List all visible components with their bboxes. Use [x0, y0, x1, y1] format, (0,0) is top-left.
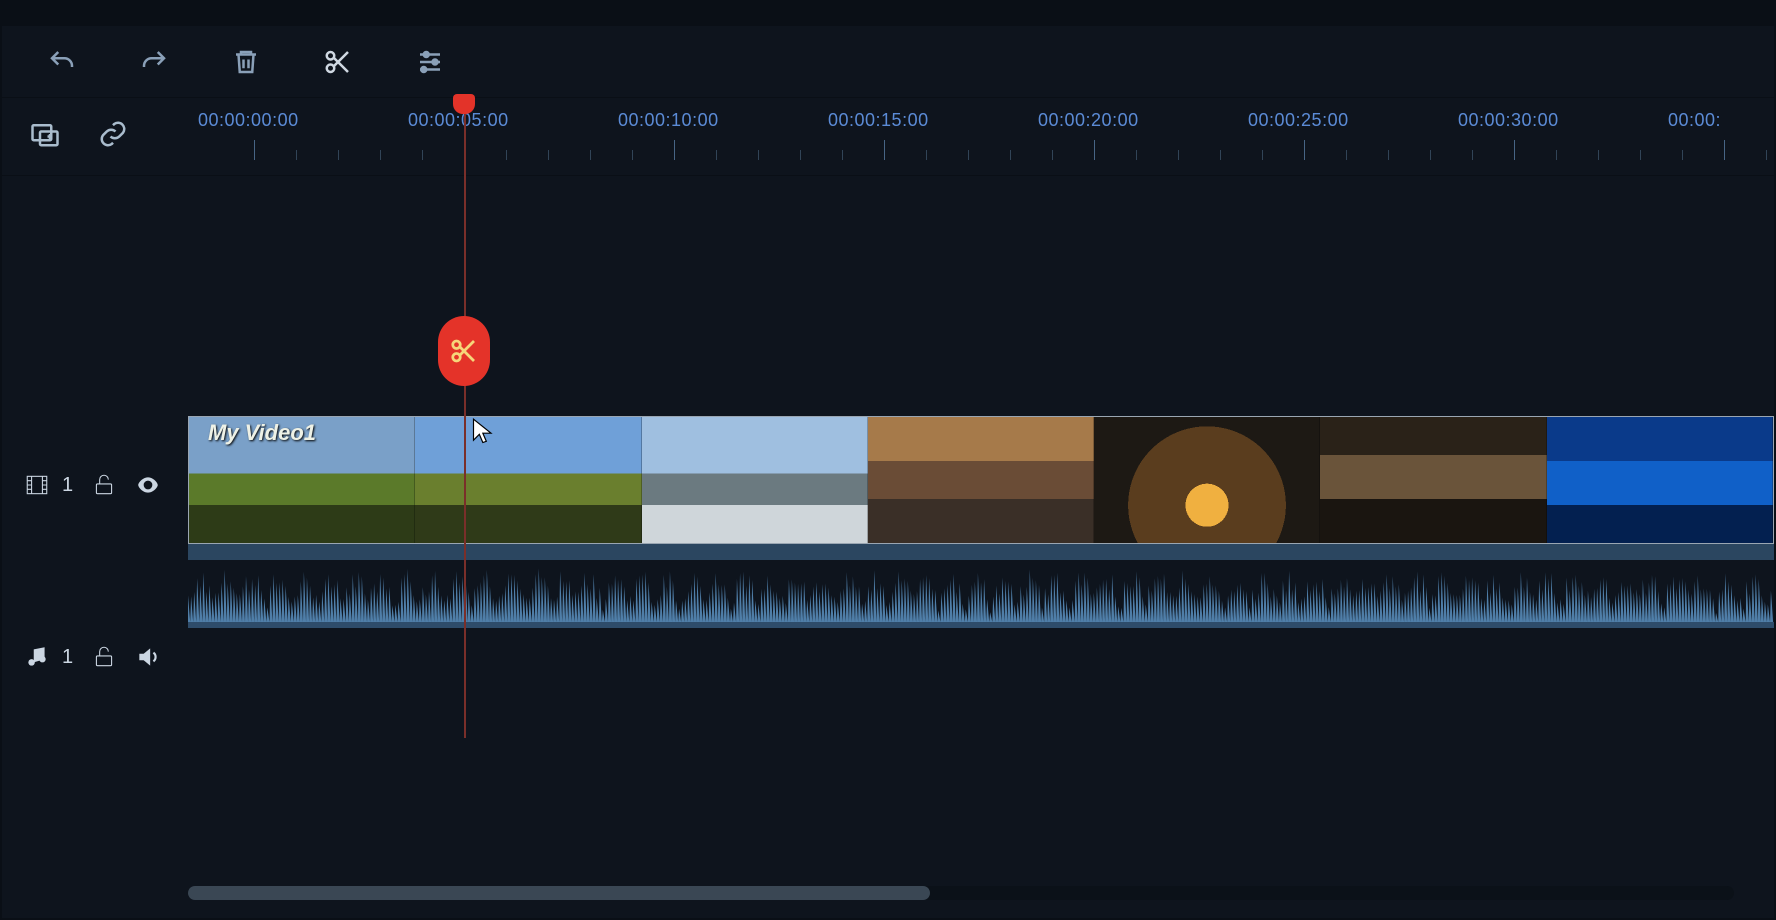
audio-clip-footer [188, 622, 1774, 628]
clip-thumbnail [642, 417, 868, 543]
tick-minor [1262, 150, 1263, 160]
tick-minor [590, 150, 591, 160]
top-strip [2, 2, 1774, 26]
timecode-label: 00:00: [1668, 110, 1721, 131]
tick-minor [296, 150, 297, 160]
add-frame-icon [28, 119, 62, 149]
clip-thumbnail [868, 417, 1094, 543]
speaker-icon[interactable] [135, 644, 161, 670]
ruler-head [2, 98, 188, 175]
link-icon [96, 119, 130, 149]
tick-major [1304, 140, 1305, 160]
tick-major [884, 140, 885, 160]
scissors-icon [449, 336, 479, 366]
tick-minor [716, 150, 717, 160]
clip-thumbnail [1320, 417, 1546, 543]
tick-major [1724, 140, 1725, 160]
tick-minor [380, 150, 381, 160]
tick-minor [800, 150, 801, 160]
delete-button[interactable] [226, 42, 266, 82]
toolbar [2, 26, 1774, 98]
tick-minor [1136, 150, 1137, 160]
tracks-area: 1 1 My Video1 [2, 176, 1774, 920]
sliders-icon [415, 47, 445, 77]
tick-minor [1682, 150, 1683, 160]
playhead-handle[interactable] [453, 94, 475, 114]
timecode-label: 00:00:30:00 [1458, 110, 1559, 131]
redo-icon [139, 47, 169, 77]
tick-minor [1430, 150, 1431, 160]
adjust-button[interactable] [410, 42, 450, 82]
clip-title: My Video1 [208, 420, 316, 446]
undo-icon [47, 47, 77, 77]
unlock-icon[interactable] [91, 644, 117, 670]
mouse-cursor [472, 418, 496, 446]
timecode-label: 00:00:15:00 [828, 110, 929, 131]
audio-track-head: 1 [2, 644, 188, 670]
link-button[interactable] [96, 119, 130, 154]
tick-minor [1178, 150, 1179, 160]
tick-minor [1598, 150, 1599, 160]
video-track-number: 1 [62, 474, 73, 497]
trash-icon [231, 47, 261, 77]
tick-minor [1388, 150, 1389, 160]
music-note-icon [24, 644, 50, 670]
redo-button[interactable] [134, 42, 174, 82]
tick-minor [1472, 150, 1473, 160]
eye-icon[interactable] [135, 472, 161, 498]
split-at-playhead-button[interactable] [438, 316, 490, 386]
tick-minor [1640, 150, 1641, 160]
tick-minor [758, 150, 759, 160]
unlock-icon[interactable] [91, 472, 117, 498]
tick-minor [926, 150, 927, 160]
clip-thumbnail [1094, 417, 1320, 543]
video-track-head: 1 [2, 472, 188, 498]
tick-minor [338, 150, 339, 160]
tick-major [464, 140, 465, 160]
timecode-label: 00:00:20:00 [1038, 110, 1139, 131]
tick-minor [1052, 150, 1053, 160]
clip-thumbnail [1547, 417, 1773, 543]
tick-minor [632, 150, 633, 160]
tick-minor [968, 150, 969, 160]
audio-track-number: 1 [62, 646, 73, 669]
timeline-horizontal-scrollbar[interactable] [188, 886, 1734, 900]
split-button[interactable] [318, 42, 358, 82]
tick-minor [1346, 150, 1347, 160]
tick-major [254, 140, 255, 160]
clip-thumbnail [415, 417, 641, 543]
tick-minor [1220, 150, 1221, 160]
scissors-icon [323, 47, 353, 77]
scrollbar-thumb[interactable] [188, 886, 930, 900]
ruler-row: 00:00:00:0000:00:05:0000:00:10:0000:00:1… [2, 98, 1774, 176]
timecode-label: 00:00:10:00 [618, 110, 719, 131]
timecode-label: 00:00:25:00 [1248, 110, 1349, 131]
tick-minor [1556, 150, 1557, 160]
add-marker-button[interactable] [28, 119, 62, 154]
tick-major [1094, 140, 1095, 160]
tick-minor [1010, 150, 1011, 160]
tick-minor [842, 150, 843, 160]
video-clip[interactable] [188, 416, 1774, 544]
tick-minor [548, 150, 549, 160]
timecode-label: 00:00:00:00 [198, 110, 299, 131]
tick-major [1514, 140, 1515, 160]
tick-major [674, 140, 675, 160]
audio-waveform[interactable] [188, 560, 1774, 622]
tick-minor [506, 150, 507, 160]
tick-minor [422, 150, 423, 160]
filmstrip-icon [24, 472, 50, 498]
time-ruler[interactable]: 00:00:00:0000:00:05:0000:00:10:0000:00:1… [188, 98, 1774, 175]
undo-button[interactable] [42, 42, 82, 82]
tick-minor [1766, 150, 1767, 160]
